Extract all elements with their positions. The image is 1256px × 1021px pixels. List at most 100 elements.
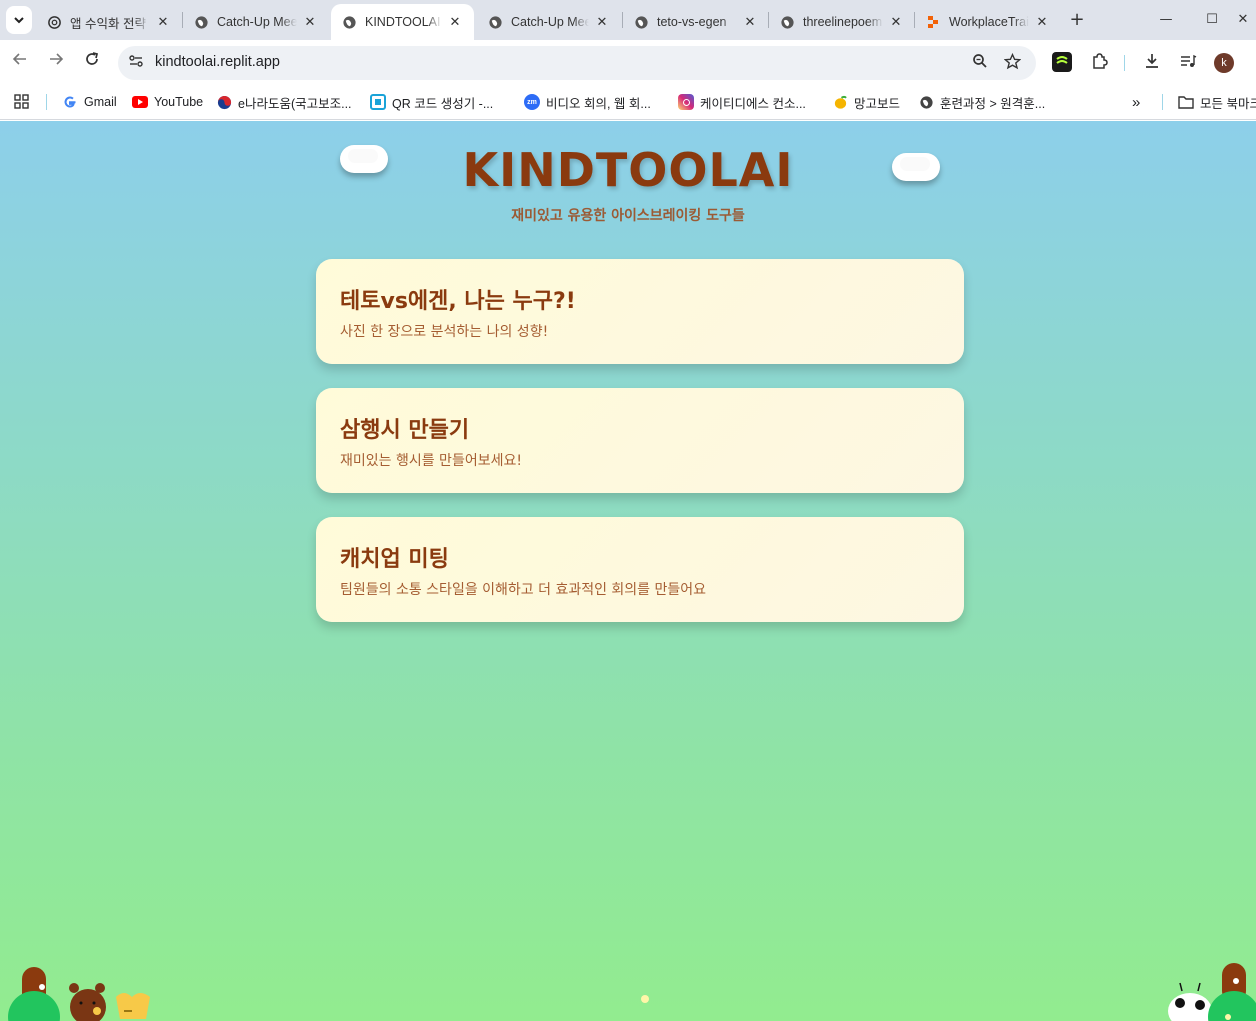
close-icon[interactable]: ✕ — [887, 15, 905, 30]
globe-icon — [918, 94, 934, 110]
card-title: 캐치업 미팅 — [340, 547, 449, 572]
toolbar-divider — [1124, 55, 1125, 71]
tool-card-teto-egen[interactable]: 테토vs에겐, 나는 누구?! 사진 한 장으로 분석하는 나의 성향! — [316, 259, 964, 364]
tab-search-button[interactable] — [6, 6, 32, 34]
tab-6[interactable]: WorkplaceTrain ✕ — [915, 4, 1061, 40]
back-button[interactable] — [8, 50, 32, 74]
bookmark-star-icon[interactable] — [1002, 52, 1022, 73]
extension-icon[interactable] — [1052, 52, 1072, 72]
site-info-icon[interactable] — [126, 53, 146, 73]
url-text[interactable]: kindtoolai.replit.app — [155, 54, 280, 70]
bookmark-label: 비디오 회의, 웹 회... — [546, 96, 651, 111]
all-bookmarks-button[interactable]: 모든 북마크 — [1178, 92, 1256, 112]
close-icon[interactable]: ✕ — [446, 15, 464, 30]
globe-icon — [633, 14, 649, 30]
forward-button[interactable] — [44, 50, 68, 74]
media-controls-icon[interactable] — [1177, 52, 1199, 74]
bookmark-label: 모든 북마크 — [1200, 96, 1256, 111]
profile-avatar[interactable]: k — [1214, 53, 1234, 73]
folder-icon — [1178, 94, 1194, 110]
qr-code-icon — [370, 94, 386, 110]
bookmark-training[interactable]: 훈련과정 > 원격훈... — [918, 92, 1045, 112]
bookmarks-bar: Gmail YouTube e나라도움(국고보조... QR 코드 생성기 -.… — [0, 84, 1256, 120]
tab-title: teto-vs-egen — [657, 15, 727, 29]
maximize-button[interactable]: ☐ — [1198, 8, 1226, 32]
instagram-icon — [678, 94, 694, 110]
card-title: 삼행시 만들기 — [340, 418, 470, 443]
puzzle-icon[interactable] — [1088, 52, 1110, 74]
bookmark-label: 케이티디에스 컨소... — [700, 96, 806, 111]
tab-2-active[interactable]: KINDTOOLAI ✕ — [331, 4, 474, 40]
tab-title: KINDTOOLAI — [365, 15, 441, 29]
zoom-app-icon: zm — [524, 94, 540, 110]
tab-title: Catch-Up Meeting — [511, 15, 589, 29]
bookmark-zoom[interactable]: zm 비디오 회의, 웹 회... — [524, 92, 651, 112]
tab-title: threelinepoem — [803, 15, 883, 29]
taegeuk-icon — [216, 94, 232, 110]
globe-icon — [341, 14, 357, 30]
card-description: 재미있는 행시를 만들어보세요! — [340, 453, 522, 469]
close-icon[interactable]: ✕ — [1033, 15, 1051, 30]
globe-icon — [193, 14, 209, 30]
bookmark-mangoboard[interactable]: 망고보드 — [832, 92, 900, 112]
tool-card-catchup-meeting[interactable]: 캐치업 미팅 팀원들의 소통 스타일을 이해하고 더 효과적인 회의를 만들어요 — [316, 517, 964, 622]
bookmarks-divider — [46, 94, 47, 110]
page-viewport: KINDTOOLAI 재미있고 유용한 아이스브레이킹 도구들 테토vs에겐, … — [0, 121, 1256, 1021]
toolbar: kindtoolai.replit.app — [0, 40, 1256, 84]
address-bar[interactable]: kindtoolai.replit.app — [118, 46, 1036, 80]
minimize-button[interactable]: — — [1152, 8, 1180, 32]
bookmark-label: YouTube — [154, 95, 204, 109]
bookmark-ktds[interactable]: 케이티디에스 컨소... — [678, 92, 806, 112]
apps-grid-icon — [14, 94, 29, 109]
bookmark-label: e나라도움(국고보조... — [238, 96, 352, 111]
globe-icon — [779, 14, 795, 30]
arrow-right-icon — [50, 53, 64, 65]
critters-left-decoration — [8, 967, 150, 1021]
close-icon[interactable]: ✕ — [593, 15, 611, 30]
mango-icon — [832, 94, 848, 110]
bookmark-label: 훈련과정 > 원격훈... — [940, 96, 1046, 111]
bookmarks-divider — [1162, 94, 1163, 110]
more-bookmarks-button[interactable]: » — [1132, 92, 1140, 112]
page-subtitle: 재미있고 유용한 아이스브레이킹 도구들 — [511, 208, 745, 224]
bookmark-label: QR 코드 생성기 -... — [392, 96, 494, 111]
critters-right-decoration — [1168, 963, 1256, 1021]
tab-1[interactable]: Catch-Up Meeting ✕ — [183, 4, 329, 40]
card-description: 팀원들의 소통 스타일을 이해하고 더 효과적인 회의를 만들어요 — [340, 582, 707, 598]
tab-title: WorkplaceTrain — [949, 15, 1029, 29]
tab-5[interactable]: threelinepoem ✕ — [769, 4, 915, 40]
new-tab-button[interactable]: + — [1066, 9, 1088, 31]
download-icon[interactable] — [1141, 52, 1163, 74]
card-description: 사진 한 장으로 분석하는 나의 성향! — [340, 324, 549, 340]
close-icon[interactable]: ✕ — [741, 15, 759, 30]
google-icon — [62, 94, 78, 110]
bookmark-gmail[interactable]: Gmail — [62, 92, 117, 112]
chevron-down-icon — [14, 17, 24, 24]
bookmark-qr[interactable]: QR 코드 생성기 -... — [370, 92, 493, 112]
tab-title: Catch-Up Meeting — [217, 15, 297, 29]
reload-button[interactable] — [80, 50, 104, 74]
page-title: KINDTOOLAI — [462, 143, 794, 197]
sparkle-decoration — [641, 995, 649, 1003]
tab-title: 앱 수익화 전략 — [70, 16, 146, 31]
bookmark-enaradoum[interactable]: e나라도움(국고보조... — [216, 92, 352, 112]
tab-4[interactable]: teto-vs-egen ✕ — [623, 4, 769, 40]
replit-icon — [925, 14, 941, 30]
reload-icon — [86, 52, 99, 65]
youtube-icon — [132, 96, 148, 108]
card-title: 테토vs에겐, 나는 누구?! — [340, 289, 576, 314]
tab-0[interactable]: 앱 수익화 전략 ✕ — [36, 4, 182, 40]
tool-card-threeline-poem[interactable]: 삼행시 만들기 재미있는 행시를 만들어보세요! — [316, 388, 964, 493]
close-icon[interactable]: ✕ — [301, 15, 319, 30]
bookmark-youtube[interactable]: YouTube — [132, 92, 203, 112]
apps-grid-button[interactable] — [14, 92, 30, 112]
tab-3[interactable]: Catch-Up Meeting ✕ — [477, 4, 621, 40]
close-window-button[interactable]: ✕ — [1232, 8, 1254, 32]
arrow-left-icon — [12, 53, 26, 65]
openai-icon — [46, 14, 62, 30]
globe-icon — [487, 14, 503, 30]
bookmark-label: Gmail — [84, 95, 117, 109]
close-icon[interactable]: ✕ — [154, 15, 172, 30]
tab-strip: 앱 수익화 전략 ✕ Catch-Up Meeting ✕ KINDTOOLAI… — [0, 0, 1256, 40]
zoom-icon[interactable] — [970, 53, 990, 73]
